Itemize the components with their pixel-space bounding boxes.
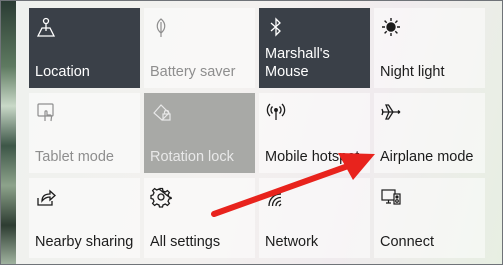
connect-icon — [380, 186, 402, 208]
night-light-icon — [380, 16, 402, 38]
connect-tile[interactable]: Connect — [374, 178, 485, 258]
tablet-mode-icon — [35, 101, 57, 123]
connect-label: Connect — [380, 234, 435, 250]
battery-saver-label: Battery saver — [150, 64, 236, 80]
location-label: Location — [35, 64, 90, 80]
rotation-lock-tile[interactable]: Rotation lock — [144, 93, 255, 173]
network-label: Network — [265, 234, 319, 250]
network-tile[interactable]: Network — [259, 178, 370, 258]
all-settings-label: All settings — [150, 234, 221, 250]
bluetooth-icon — [265, 16, 287, 38]
nearby-sharing-tile[interactable]: Nearby sharing — [29, 178, 140, 258]
rotation-lock-label: Rotation lock — [150, 149, 234, 165]
tablet-mode-label: Tablet mode — [35, 149, 114, 165]
rotation-lock-icon — [150, 101, 172, 123]
battery-saver-icon — [150, 16, 172, 38]
battery-saver-tile[interactable]: Battery saver — [144, 8, 255, 88]
tablet-mode-tile[interactable]: Tablet mode — [29, 93, 140, 173]
desktop-background-strip — [0, 0, 16, 265]
bluetooth-device-label: Marshall's Mouse — [265, 46, 330, 80]
airplane-mode-tile[interactable]: Airplane mode — [374, 93, 485, 173]
airplane-mode-label: Airplane mode — [380, 149, 474, 165]
mobile-hotspot-icon — [265, 101, 287, 123]
bluetooth-device-tile[interactable]: Marshall's Mouse — [259, 8, 370, 88]
all-settings-tile[interactable]: All settings — [144, 178, 255, 258]
nearby-sharing-icon — [35, 186, 57, 208]
airplane-icon — [380, 101, 402, 123]
location-icon — [35, 16, 57, 38]
location-tile[interactable]: Location — [29, 8, 140, 88]
night-light-label: Night light — [380, 64, 445, 80]
mobile-hotspot-tile[interactable]: Mobile hotspot — [259, 93, 370, 173]
network-icon — [265, 186, 287, 208]
nearby-sharing-label: Nearby sharing — [35, 234, 134, 250]
night-light-tile[interactable]: Night light — [374, 8, 485, 88]
mobile-hotspot-label: Mobile hotspot — [265, 149, 360, 165]
settings-gear-icon — [150, 186, 172, 208]
